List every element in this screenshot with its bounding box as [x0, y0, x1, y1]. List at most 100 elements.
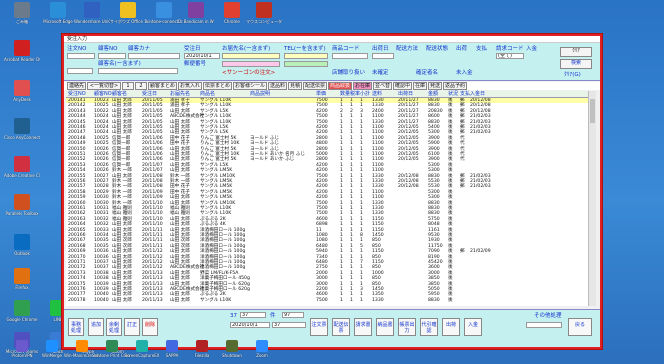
- column-header[interactable]: 数量: [340, 91, 350, 98]
- column-header[interactable]: 状況: [448, 91, 458, 98]
- table-row[interactable]: 200169 10036 山田 太郎 20/11/12 山田 太郎 洋酒梅田ロール 100…: [66, 249, 588, 254]
- desktop-icon[interactable]: ごみ箱: [4, 2, 40, 40]
- bottom-button[interactable]: 帳票出力: [398, 318, 416, 336]
- table-row[interactable]: 200144 10024 山田 太郎 20/11/05 ABCDE株式会社 サングル L1…: [66, 114, 588, 119]
- phone-input[interactable]: [284, 61, 328, 67]
- page-to-input[interactable]: 97: [282, 312, 304, 318]
- customer-name-field[interactable]: [98, 68, 178, 74]
- table-row[interactable]: 200154 10026 鈴木 一郎 20/11/07 山田 太郎 サングル LM5K 42…: [66, 168, 588, 173]
- table-row[interactable]: 200164 10032 山田 太郎 20/11/10 山田 太郎 ぷるぷる 4K 6898…: [66, 222, 588, 227]
- taskbar-icon[interactable]: Zoom: [244, 340, 280, 364]
- toolbar-button[interactable]: 返品予約: [443, 82, 467, 90]
- toolbar-button[interactable]: 配送伝票: [303, 82, 327, 90]
- toolbar-button[interactable]: 在庫: [413, 82, 427, 90]
- scrollbar-thumb[interactable]: [590, 99, 595, 123]
- table-row[interactable]: 200159 10030 鈴木 一郎 20/11/09 山田 太郎 サングル LM5K 42…: [66, 195, 588, 200]
- bottom-button[interactable]: 訂正: [124, 318, 140, 336]
- invoice-code-select[interactable]: (全て): [496, 53, 524, 59]
- bottom-button[interactable]: 出荷: [442, 318, 460, 336]
- toolbar-button[interactable]: 確認中: [393, 82, 412, 90]
- column-header[interactable]: 金額: [428, 91, 438, 98]
- desktop-icon[interactable]: Cisco AnyConnect Secure: [4, 118, 40, 156]
- column-header[interactable]: 受注NO: [68, 91, 86, 98]
- table-row[interactable]: 200149 10025 信賀一郎 20/11/06 田中 花子 りんご 富士村 10K ヨ…: [66, 141, 588, 146]
- column-header[interactable]: 受注日: [142, 91, 157, 98]
- column-header[interactable]: 税率: [350, 91, 360, 98]
- order-date-input[interactable]: 2020/10/1: [184, 53, 220, 59]
- table-row[interactable]: 200142 10025 山田 太郎 20/11/05 浦田 孝子 サングル L10K 75…: [66, 103, 588, 108]
- table-row[interactable]: 200178 10040 山田 太郎 20/11/13 山田 太郎 サングル L10K 75…: [66, 298, 588, 303]
- bottom-button[interactable]: 納品書: [376, 318, 394, 336]
- toolbar-button[interactable]: お在庫: [353, 82, 372, 90]
- column-header[interactable]: 商品説明: [250, 91, 270, 98]
- tel-input[interactable]: [284, 53, 328, 59]
- table-row[interactable]: 200175 10039 山田 太郎 20/11/13 山田 太郎 洋菓子梅田ロール 62…: [66, 282, 588, 287]
- toolbar-button[interactable]: 見積: [288, 82, 302, 90]
- bottom-button[interactable]: 追加: [88, 318, 104, 336]
- order-no-input[interactable]: [67, 53, 95, 59]
- table-row[interactable]: 200170 10036 山田 太郎 20/11/12 山田 太郎 洋酒梅田ロール 100…: [66, 255, 588, 260]
- table-row[interactable]: 200165 10033 山田 太郎 20/11/11 山田 太郎 洋酒梅田ロール 100…: [66, 228, 588, 233]
- toolbar-button[interactable]: お気入れ: [178, 82, 202, 90]
- table-row[interactable]: 200145 10024 山田 太郎 20/11/05 山田 太郎 サングル L10K 75…: [66, 120, 588, 125]
- column-header[interactable]: 支払: [460, 91, 470, 98]
- toolbar-button[interactable]: 送品料: [268, 82, 287, 90]
- table-row[interactable]: 200157 10028 鈴木 一郎 20/11/08 田中 花子 サングル LM5K 42…: [66, 184, 588, 189]
- search-button[interactable]: 検索: [560, 59, 592, 69]
- clear-button[interactable]: ｸﾘｱ: [560, 47, 592, 57]
- bottom-button[interactable]: 余剰処理: [106, 318, 122, 336]
- toolbar-button[interactable]: 1: [122, 82, 134, 90]
- column-header[interactable]: 単価: [316, 91, 326, 98]
- bottom-button[interactable]: 入金: [464, 318, 482, 336]
- bottom-button[interactable]: 請求書: [354, 318, 372, 336]
- customer-no-input[interactable]: [98, 53, 126, 59]
- bottom-button[interactable]: 代引確認: [420, 318, 438, 336]
- column-header[interactable]: 送料: [372, 91, 382, 98]
- table-scrollbar[interactable]: [588, 91, 596, 306]
- toolbar-button[interactable]: <一覧切替>: [87, 82, 121, 90]
- bottom-button[interactable]: 削除: [142, 318, 158, 336]
- table-row[interactable]: 200160 10030 鈴木 一郎 20/11/10 山田 太郎 サングル LM10K 7…: [66, 201, 588, 206]
- count-input[interactable]: 37: [272, 322, 306, 328]
- table-row[interactable]: 200152 10026 信賀一郎 20/11/06 山田 太郎 りんご 富士村 5K ヨー…: [66, 157, 588, 162]
- other-process-select[interactable]: [526, 322, 562, 328]
- table-row[interactable]: 200162 10031 福山 雅則 20/11/10 福山 雅則 サングル L10K 75…: [66, 211, 588, 216]
- table-row[interactable]: 200174 10038 山田 太郎 20/11/13 山田 太郎 洋菓子梅田ロール 45…: [66, 276, 588, 281]
- table-row[interactable]: 200150 10026 信賀一郎 20/11/06 山田 太郎 りんご 富士村 5K ヨー…: [66, 147, 588, 152]
- column-header[interactable]: 顧客NO: [94, 91, 112, 98]
- desktop-icon[interactable]: Parallels Toolbox: [4, 194, 40, 232]
- page-from-input[interactable]: 37: [240, 312, 266, 318]
- column-header[interactable]: 出荷日: [398, 91, 413, 98]
- toolbar-button[interactable]: 連絡先: [67, 82, 86, 90]
- toolbar-button[interactable]: 商品取扱: [328, 82, 352, 90]
- receiver-name-input[interactable]: [222, 53, 280, 59]
- column-header[interactable]: 入金日: [470, 91, 485, 98]
- toolbar-button[interactable]: 発送: [428, 82, 442, 90]
- toolbar-button[interactable]: 2: [135, 82, 147, 90]
- address-input[interactable]: [222, 61, 280, 67]
- date-input[interactable]: 2020/10/1: [230, 322, 270, 328]
- desktop-icon[interactable]: Acrobat Reader DC: [4, 40, 40, 78]
- bottom-button[interactable]: 事務処理: [68, 318, 84, 336]
- column-header[interactable]: お届先名: [170, 91, 190, 98]
- bottom-button[interactable]: 配送伝票: [332, 318, 350, 336]
- column-header[interactable]: 商品名: [200, 91, 215, 98]
- bottom-button[interactable]: 注文票: [310, 318, 328, 336]
- table-row[interactable]: 200177 10040 山田 太郎 20/11/13 山田 太郎 ぷるぷる 2K 4600…: [66, 292, 588, 297]
- bottom-button[interactable]: 戻る: [568, 318, 592, 336]
- customer-name-input[interactable]: [67, 68, 93, 74]
- table-row[interactable]: 200147 10024 山田 太郎 20/11/05 山田 太郎 サングル L5K 420…: [66, 130, 588, 135]
- toolbar-button[interactable]: 並べ替: [373, 82, 392, 90]
- desktop-icon[interactable]: Adobe Creative Cloud: [4, 156, 40, 194]
- toolbar-button[interactable]: 顧客まとめ: [148, 82, 177, 90]
- product-code-input[interactable]: [332, 53, 368, 59]
- ship-date-input[interactable]: [372, 53, 394, 59]
- table-row[interactable]: 200167 10035 山田 次郎 20/11/11 山田 次郎 洋酒梅田ロール 100…: [66, 238, 588, 243]
- toolbar-button[interactable]: 伝票まとめ: [203, 82, 232, 90]
- customer-kana-input[interactable]: [128, 53, 180, 59]
- table-row[interactable]: 200155 10027 山田 太郎 20/11/08 鈴木 一郎 サングル LM10K 7…: [66, 174, 588, 179]
- desktop-icon[interactable]: AnyDesk: [4, 80, 40, 118]
- table-row[interactable]: 200172 10037 山田 太郎 20/11/12 ABCDE株式会社 洋酒梅田ロール…: [66, 265, 588, 270]
- desktop-icon[interactable]: Outlook: [4, 234, 40, 272]
- column-header[interactable]: 顧客名: [112, 91, 127, 98]
